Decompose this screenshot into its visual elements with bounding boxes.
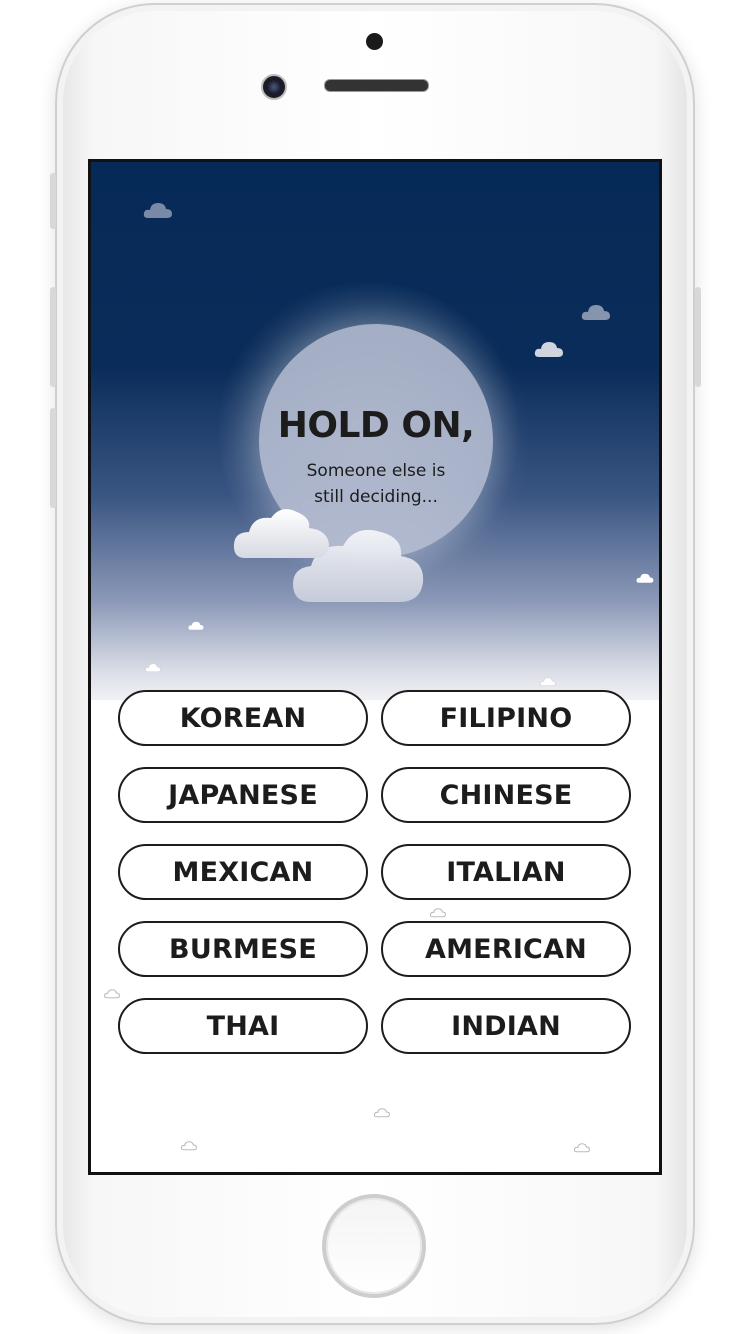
home-button[interactable] [322,1194,426,1298]
option-thai[interactable]: THAI [118,998,368,1054]
cloud-icon [540,677,556,687]
app-screen: HOLD ON, Someone else is still deciding.… [88,159,662,1175]
volume-up-button [50,287,56,387]
option-korean[interactable]: KOREAN [118,690,368,746]
mute-switch [50,173,56,229]
option-mexican[interactable]: MEXICAN [118,844,368,900]
cloud-icon [430,908,446,918]
cloud-icon [534,342,563,357]
cloud-icon [374,1108,390,1118]
cloud-icon [581,305,610,320]
page-title: HOLD ON, [277,405,475,446]
option-japanese[interactable]: JAPANESE [118,767,368,823]
option-filipino[interactable]: FILIPINO [381,690,631,746]
power-button [695,287,701,387]
proximity-sensor [366,33,383,50]
cloud-icon [574,1143,590,1153]
cloud-icon [233,509,424,602]
cloud-icon [181,1141,197,1151]
option-italian[interactable]: ITALIAN [381,844,631,900]
front-camera [261,74,287,100]
option-burmese[interactable]: BURMESE [118,921,368,977]
cloud-icon [636,573,654,583]
cloud-icon [104,989,120,999]
cloud-icon [145,663,161,673]
cloud-icon [143,203,172,218]
cloud-icon [188,621,204,630]
volume-down-button [50,408,56,508]
option-chinese[interactable]: CHINESE [381,767,631,823]
earpiece-speaker [324,79,429,92]
option-indian[interactable]: INDIAN [381,998,631,1054]
option-american[interactable]: AMERICAN [381,921,631,977]
night-sky-header: HOLD ON, Someone else is still deciding.… [91,162,659,700]
